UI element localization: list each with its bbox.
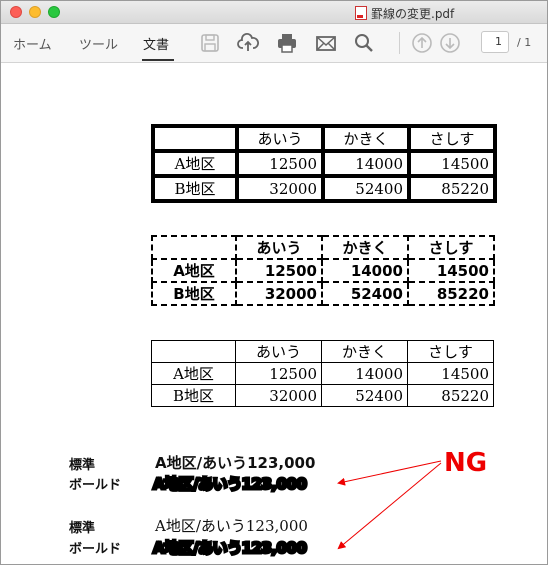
tab-document[interactable]: 文書: [143, 34, 169, 53]
page-total: / 1: [517, 36, 532, 49]
page-number-input[interactable]: 1: [481, 31, 509, 53]
close-window-button[interactable]: [10, 6, 22, 18]
ng-arrows: [337, 460, 442, 550]
pdf-file-icon: [355, 6, 367, 20]
minimize-window-button[interactable]: [29, 6, 41, 18]
ng-arrow-1: [337, 460, 442, 486]
page-up-icon[interactable]: [411, 32, 433, 54]
toolbar: ホーム ツール 文書 1 / 1: [1, 24, 547, 63]
toolbar-separator: [399, 32, 400, 54]
title-bar: 罫線の変更.pdf: [1, 1, 547, 24]
print-icon[interactable]: [276, 32, 298, 54]
tab-tools[interactable]: ツール: [79, 34, 118, 53]
zoom-window-button[interactable]: [48, 6, 60, 18]
window-title-text: 罫線の変更.pdf: [371, 7, 455, 21]
save-icon[interactable]: [199, 32, 221, 54]
tab-home[interactable]: ホーム: [13, 34, 52, 53]
page-down-icon[interactable]: [439, 32, 461, 54]
mail-icon[interactable]: [315, 32, 337, 54]
search-icon[interactable]: [353, 32, 375, 54]
document-page: あいう かきく さしす A地区 12500 14000 14500 B地区 32…: [1, 63, 547, 564]
pdf-viewer-window: 罫線の変更.pdf ホーム ツール 文書 1 / 1 あいう かきく さしす A…: [0, 0, 548, 565]
upload-cloud-icon[interactable]: [237, 32, 259, 54]
window-title: 罫線の変更.pdf: [355, 5, 454, 22]
active-tab-indicator: [142, 59, 174, 61]
ng-arrow-2: [337, 462, 442, 550]
